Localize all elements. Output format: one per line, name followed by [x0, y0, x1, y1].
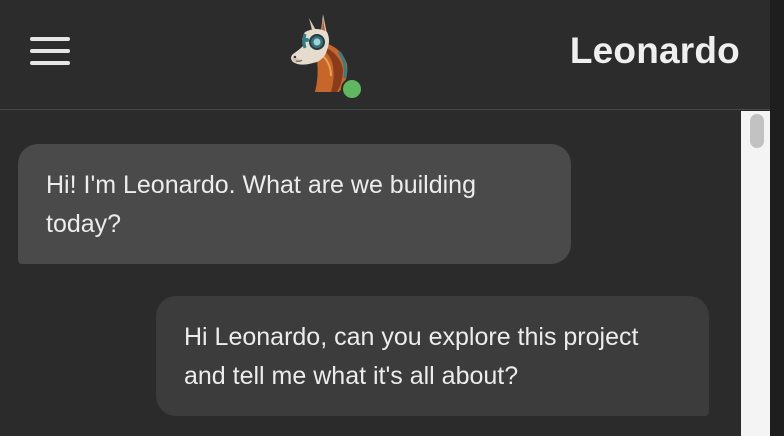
chat-app: Leonardo Hi! I'm Leonardo. What are we b… — [0, 0, 784, 436]
assistant-message: Hi! I'm Leonardo. What are we building t… — [18, 144, 571, 264]
menu-bar — [30, 37, 70, 41]
online-status-dot — [341, 78, 363, 100]
window-edge — [770, 0, 784, 436]
chat-header: Leonardo — [0, 0, 770, 110]
avatar[interactable] — [287, 12, 363, 100]
page-title: Leonardo — [569, 30, 740, 71]
scrollbar-track[interactable] — [741, 111, 770, 436]
message-list[interactable]: Hi! I'm Leonardo. What are we building t… — [0, 111, 741, 436]
hamburger-menu-icon[interactable] — [30, 37, 70, 67]
scrollbar-thumb[interactable] — [750, 114, 764, 148]
menu-bar — [30, 61, 70, 65]
menu-bar — [30, 49, 70, 53]
user-message: Hi Leonardo, can you explore this projec… — [156, 296, 709, 416]
